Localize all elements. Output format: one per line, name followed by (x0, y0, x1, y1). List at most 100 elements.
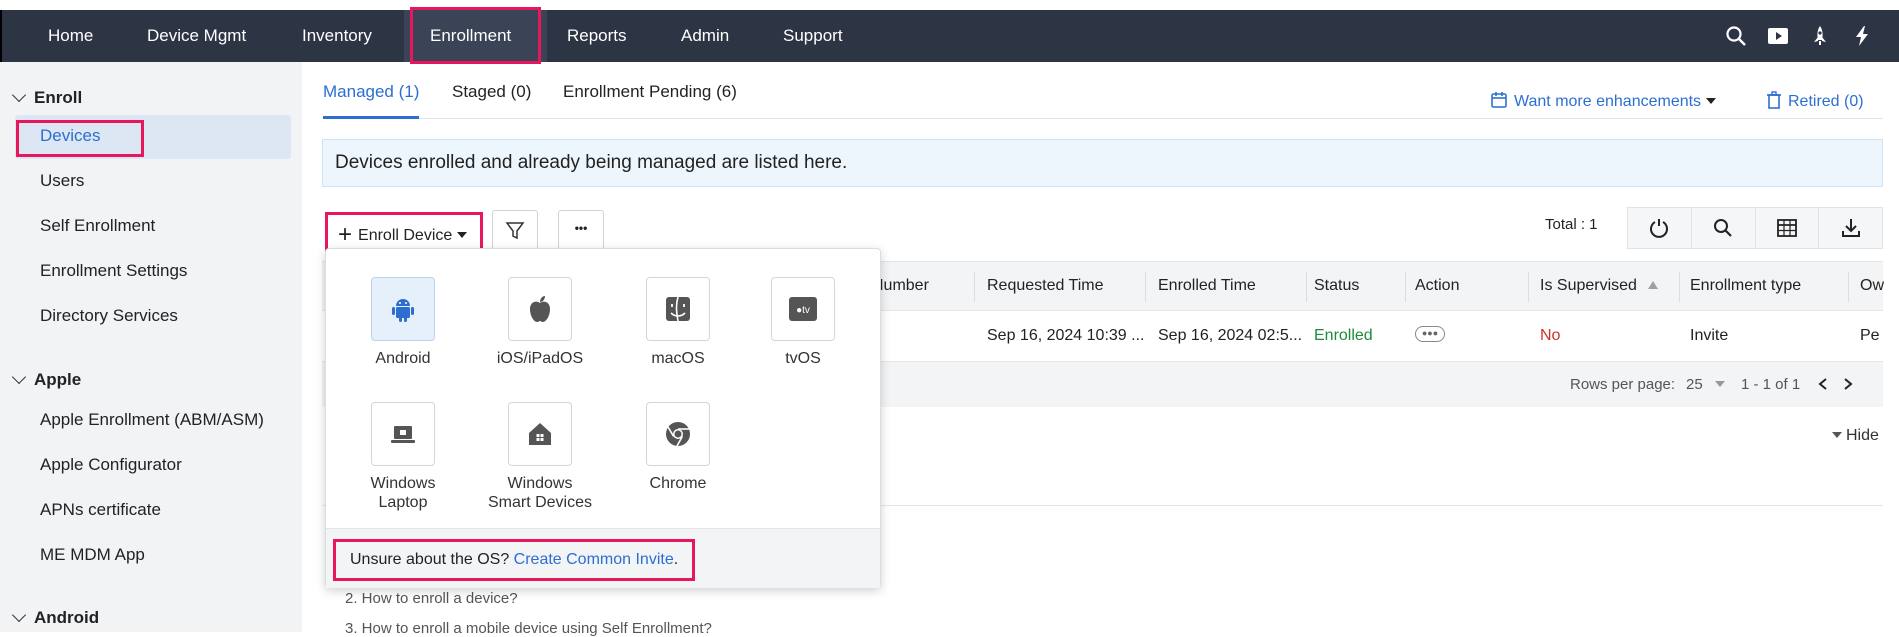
enhancements-label: Want more enhancements (1514, 93, 1702, 110)
sidebar-item-directory-services[interactable]: Directory Services (40, 306, 178, 326)
columns-button[interactable] (1756, 208, 1820, 248)
enroll-os-dropdown: Android iOS/iPadOS macOS ●tv tvOS Window… (325, 248, 881, 588)
sidebar-section-apple[interactable]: Apple (11, 369, 82, 390)
rows-per-page-label: Rows per page: (1570, 376, 1676, 393)
info-banner: Devices enrolled and already being manag… (322, 139, 1883, 187)
nav-reports[interactable]: Reports (567, 10, 627, 62)
nav-support[interactable]: Support (783, 10, 843, 62)
total-count: Total : 1 (1545, 216, 1598, 233)
os-option-macos[interactable] (646, 277, 710, 341)
column-separator (1528, 272, 1529, 302)
video-icon[interactable] (1766, 24, 1790, 48)
enhancements-link[interactable]: Want more enhancements (1490, 88, 1717, 111)
footer-period: . (673, 551, 679, 568)
refresh-icon (1650, 219, 1669, 238)
chevron-down-icon (11, 607, 27, 623)
nav-left-edge (0, 10, 2, 62)
calendar-icon (1491, 92, 1507, 108)
help-link-enroll-device[interactable]: 2. How to enroll a device? (345, 590, 518, 607)
caret-down-icon (1832, 432, 1842, 438)
os-option-windows-smart-devices[interactable] (508, 402, 572, 466)
os-option-ios[interactable] (508, 277, 572, 341)
col-enrolled-time[interactable]: Enrolled Time (1158, 277, 1256, 295)
finder-icon (666, 296, 690, 322)
col-action[interactable]: Action (1415, 277, 1459, 295)
nav-home[interactable]: Home (48, 10, 93, 62)
chrome-icon (666, 422, 690, 447)
section-title: Android (34, 608, 100, 627)
create-common-invite-link[interactable]: Create Common Invite (514, 551, 674, 568)
rocket-icon[interactable] (1808, 24, 1832, 48)
svg-text:●tv: ●tv (796, 305, 810, 316)
action-menu-button[interactable]: ●●● (1415, 326, 1445, 342)
more-options-button[interactable]: ••• (558, 210, 604, 250)
cell-requested-time: Sep 16, 2024 10:39 ... (987, 327, 1145, 344)
nav-device-mgmt[interactable]: Device Mgmt (147, 10, 246, 62)
refresh-button[interactable] (1628, 208, 1692, 248)
os-label-chrome: Chrome (649, 475, 707, 492)
col-status[interactable]: Status (1314, 277, 1359, 295)
sidebar-item-apns-certificate[interactable]: APNs certificate (40, 500, 161, 520)
filter-button[interactable] (492, 210, 538, 250)
os-option-windows-laptop[interactable] (371, 402, 435, 466)
enroll-device-label: Enroll Device (358, 227, 453, 244)
retired-link[interactable]: Retired (0) (1766, 88, 1864, 111)
status-badge: Enrolled (1314, 327, 1373, 344)
download-button[interactable] (1819, 208, 1882, 248)
chevron-left-icon[interactable] (1817, 377, 1829, 391)
cell-is-supervised: No (1540, 327, 1561, 344)
table-tools (1627, 207, 1883, 249)
sidebar-item-apple-enrollment[interactable]: Apple Enrollment (ABM/ASM) (40, 410, 264, 430)
top-navigation: Home Device Mgmt Inventory Enrollment Re… (0, 7, 1899, 64)
trash-icon (1767, 91, 1781, 109)
search-icon[interactable] (1724, 24, 1748, 48)
os-label-ios: iOS/iPadOS (496, 350, 584, 367)
cell-enrollment-type: Invite (1690, 327, 1729, 344)
os-option-android[interactable] (371, 277, 435, 341)
page-range: 1 - 1 of 1 (1741, 376, 1801, 393)
col-owner[interactable]: Ow (1860, 277, 1884, 295)
tab-enrollment-pending[interactable]: Enrollment Pending (6) (563, 82, 737, 102)
column-separator (1306, 272, 1307, 302)
col-requested-time[interactable]: Requested Time (987, 277, 1104, 295)
chevron-down-icon (11, 369, 27, 385)
sidebar-item-users[interactable]: Users (40, 171, 84, 191)
col-is-supervised[interactable]: Is Supervised (1540, 277, 1659, 295)
laptop-icon (391, 426, 415, 443)
sidebar-item-enrollment-settings[interactable]: Enrollment Settings (40, 261, 187, 281)
sidebar-section-android[interactable]: Android (11, 607, 100, 628)
tab-managed[interactable]: Managed (1) (323, 82, 419, 102)
plus-icon: + (338, 221, 353, 248)
table-icon (1776, 219, 1797, 237)
section-title: Apple (34, 370, 82, 389)
search-icon (1714, 219, 1732, 237)
hide-toggle[interactable]: Hide (1832, 427, 1879, 445)
os-option-tvos[interactable]: ●tv (771, 277, 835, 341)
nav-inventory[interactable]: Inventory (302, 10, 372, 62)
os-label-tvos: tvOS (785, 350, 821, 367)
chevron-down-icon (11, 87, 27, 103)
column-separator (1679, 272, 1680, 302)
os-label-macos: macOS (651, 350, 705, 367)
lightning-icon[interactable] (1850, 24, 1874, 48)
android-icon (392, 299, 414, 322)
help-link-self-enrollment[interactable]: 3. How to enroll a mobile device using S… (345, 620, 712, 637)
rows-per-page-value: 25 (1686, 376, 1703, 393)
sidebar-item-apple-configurator[interactable]: Apple Configurator (40, 455, 182, 475)
column-separator (1145, 272, 1146, 302)
cell-enrolled-time: Sep 16, 2024 02:5... (1158, 327, 1303, 344)
nav-admin[interactable]: Admin (681, 10, 729, 62)
footer-text: Unsure about the OS? (350, 551, 514, 568)
sidebar-item-self-enrollment[interactable]: Self Enrollment (40, 216, 155, 236)
os-option-chrome[interactable] (646, 402, 710, 466)
cell-owner: Pe (1860, 327, 1880, 344)
rows-per-page-select[interactable]: 25 (1686, 376, 1725, 393)
col-enrollment-type[interactable]: Enrollment type (1690, 277, 1801, 295)
retired-label: Retired (0) (1788, 93, 1864, 110)
sidebar-section-enroll[interactable]: Enroll (11, 87, 82, 108)
search-table-button[interactable] (1692, 208, 1756, 248)
filter-icon (505, 222, 525, 240)
chevron-right-icon[interactable] (1842, 377, 1854, 391)
sidebar-item-me-mdm-app[interactable]: ME MDM App (40, 545, 145, 565)
tab-staged[interactable]: Staged (0) (452, 82, 531, 102)
